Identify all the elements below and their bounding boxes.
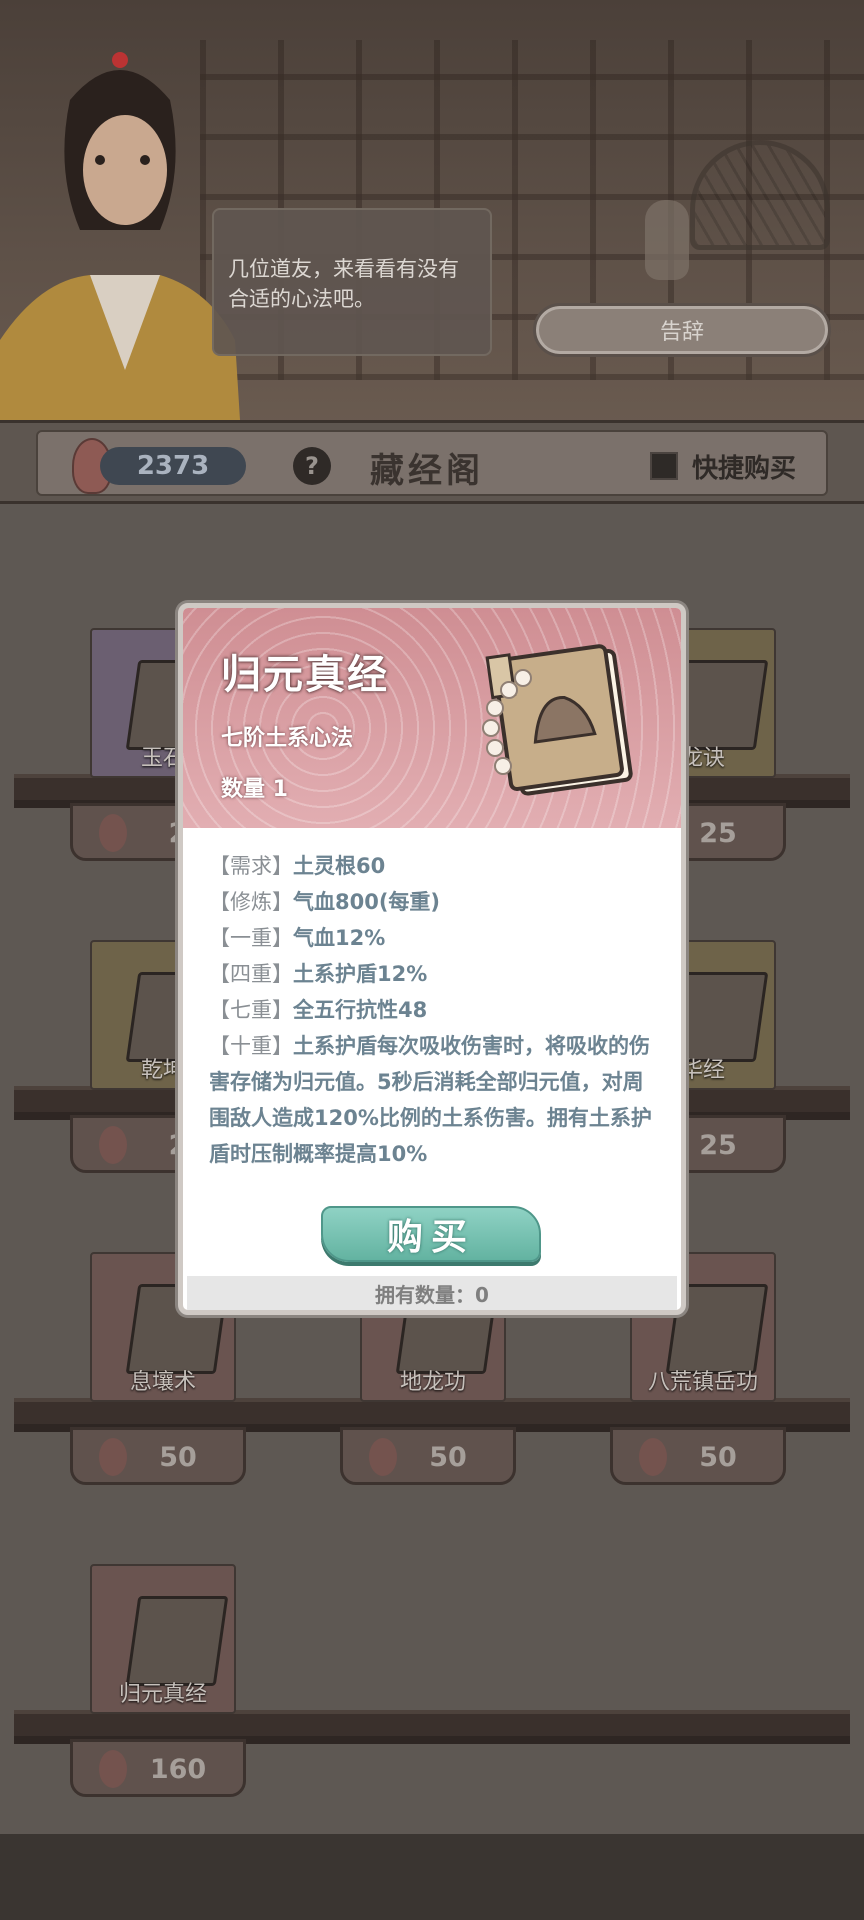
owned-count: 拥有数量：0 bbox=[187, 1276, 677, 1310]
desc-text: 土系护盾12% bbox=[293, 962, 428, 986]
modal-subtitle: 七阶土系心法 bbox=[221, 726, 354, 751]
modal-header: 归元真经 七阶土系心法 数量 1 bbox=[183, 608, 681, 828]
desc-row: 【修炼】气血800(每重) bbox=[209, 884, 659, 920]
desc-tag: 【四重】 bbox=[209, 962, 293, 986]
desc-row: 【一重】气血12% bbox=[209, 920, 659, 956]
desc-row: 【七重】全五行抗性48 bbox=[209, 992, 659, 1028]
buy-button[interactable]: 购买 bbox=[321, 1206, 541, 1262]
desc-tag: 【七重】 bbox=[209, 998, 293, 1022]
desc-text: 气血12% bbox=[293, 926, 386, 950]
desc-tag: 【一重】 bbox=[209, 926, 293, 950]
desc-row: 【需求】土灵根60 bbox=[209, 848, 659, 884]
desc-tag: 【十重】 bbox=[209, 1034, 293, 1058]
desc-text: 土灵根60 bbox=[293, 854, 386, 878]
desc-text: 气血800(每重) bbox=[293, 890, 441, 914]
desc-row: 【十重】土系护盾每次吸收伤害时，将吸收的伤害存储为归元值。5秒后消耗全部归元值，… bbox=[209, 1028, 659, 1172]
desc-row: 【四重】土系护盾12% bbox=[209, 956, 659, 992]
item-detail-modal: 归元真经 七阶土系心法 数量 1 【需求】土灵根60 【修炼】气血800(每重)… bbox=[178, 603, 686, 1315]
desc-tag: 【需求】 bbox=[209, 854, 293, 878]
modal-quantity: 数量 1 bbox=[221, 777, 288, 802]
modal-title: 归元真经 bbox=[221, 652, 389, 698]
skill-description: 【需求】土灵根60 【修炼】气血800(每重) 【一重】气血12% 【四重】土系… bbox=[209, 848, 659, 1172]
book-icon bbox=[482, 644, 633, 796]
desc-text: 全五行抗性48 bbox=[293, 998, 428, 1022]
desc-tag: 【修炼】 bbox=[209, 890, 293, 914]
